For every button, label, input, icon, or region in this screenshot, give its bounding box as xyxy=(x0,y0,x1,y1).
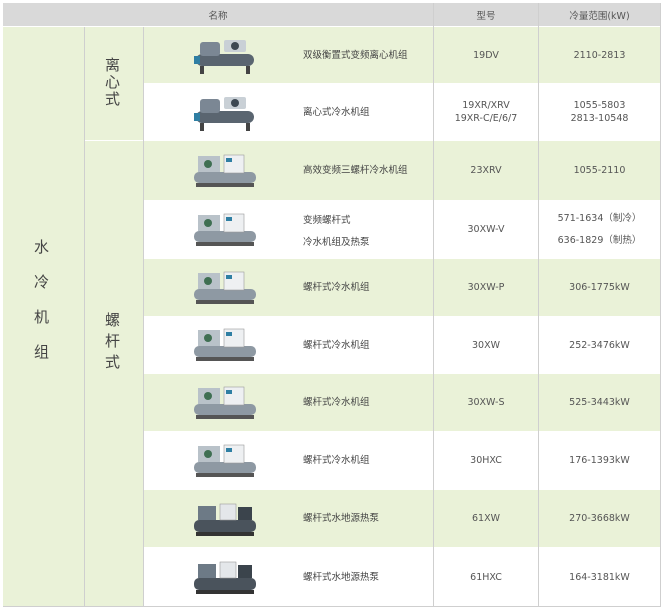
product-model-line: 30XW-S xyxy=(467,397,505,408)
product-capacity: 2110-2813 xyxy=(539,49,660,62)
product-capacity-line: 1055-5803 xyxy=(573,100,626,111)
product-model-line: 30HXC xyxy=(470,455,502,466)
product-name: 高效变频三螺杆冷水机组 xyxy=(303,164,408,177)
screw-chiller-image xyxy=(182,201,268,258)
product-capacity: 252-3476kW xyxy=(539,339,660,352)
header-model: 型号 xyxy=(434,3,538,26)
product-capacity: 525-3443kW xyxy=(539,396,660,409)
product-capacity: 571-1634（制冷） 636-1829（制热） xyxy=(539,208,660,252)
product-model-line: 19XR-C/E/6/7 xyxy=(454,113,518,124)
screw-chiller-image xyxy=(182,374,268,431)
product-model: 30XW-P xyxy=(434,281,538,294)
product-model: 19DV xyxy=(434,49,538,62)
product-table: 名称 型号 冷量范围(kW) 水冷机组 离心式 螺杆式 双级衡置式变频离心机组 1… xyxy=(0,0,663,610)
divider xyxy=(660,3,661,606)
product-model: 19XR/XRV 19XR-C/E/6/7 xyxy=(434,99,538,125)
group-label-char: 水 xyxy=(34,238,50,256)
centrifugal-chiller-image xyxy=(182,27,268,83)
product-capacity-line: 164-3181kW xyxy=(569,571,630,583)
product-name-line: 螺杆式冷水机组 xyxy=(303,339,370,351)
screw-chiller-image xyxy=(182,259,268,316)
group-label: 水冷机组 xyxy=(34,240,49,360)
subgroup-centrifugal-label-char: 离 xyxy=(105,56,121,74)
divider xyxy=(143,27,144,606)
subgroup-screw-label-char: 螺 xyxy=(105,311,121,329)
subgroup-centrifugal-label-char: 心 xyxy=(105,73,121,91)
product-model: 23XRV xyxy=(434,164,538,177)
product-name: 螺杆式冷水机组 xyxy=(303,454,370,467)
subgroup-screw-label-char: 式 xyxy=(105,353,121,371)
header-capacity: 冷量范围(kW) xyxy=(539,3,660,26)
product-model-line: 23XRV xyxy=(470,165,502,176)
product-name-line: 变频螺杆式 xyxy=(303,214,351,226)
header-name: 名称 xyxy=(3,3,433,26)
product-name: 螺杆式冷水机组 xyxy=(303,396,370,409)
subgroup-screw-label-char: 杆 xyxy=(105,332,121,350)
product-capacity-line: 270-3668kW xyxy=(569,513,630,524)
product-name-line: 螺杆式水地源热泵 xyxy=(303,571,380,583)
product-capacity-line: 252-3476kW xyxy=(569,339,630,351)
product-name-line: 双级衡置式变频离心机组 xyxy=(303,49,408,61)
product-capacity-line: 306-1775kW xyxy=(569,282,630,293)
screw-chiller-image xyxy=(182,317,268,373)
product-model: 30XW-S xyxy=(434,396,538,409)
screw-chiller-image xyxy=(182,141,268,200)
product-name: 离心式冷水机组 xyxy=(303,106,370,119)
product-name: 螺杆式水地源热泵 xyxy=(303,571,379,584)
water-source-heat-pump-image xyxy=(182,490,268,547)
divider xyxy=(84,27,85,606)
product-name: 螺杆式水地源热泵 xyxy=(303,512,379,525)
product-model-line: 61XW xyxy=(472,513,500,524)
product-name-line: 冷水机组及热泵 xyxy=(303,236,370,248)
product-name-line: 螺杆式水地源热泵 xyxy=(303,513,380,524)
product-model-line: 19XR/XRV xyxy=(462,100,510,111)
product-model-line: 30XW-V xyxy=(467,224,505,235)
product-capacity-line: 1055-2110 xyxy=(573,165,626,176)
product-model-line: 19DV xyxy=(473,49,499,61)
product-capacity: 164-3181kW xyxy=(539,571,660,584)
product-model-line: 30XW-P xyxy=(467,282,505,293)
product-name: 螺杆式冷水机组 xyxy=(303,281,370,294)
product-capacity: 306-1775kW xyxy=(539,281,660,294)
product-name: 螺杆式冷水机组 xyxy=(303,339,370,352)
group-label-char: 冷 xyxy=(34,273,50,291)
centrifugal-chiller-image xyxy=(182,84,268,140)
group-label-char: 机 xyxy=(34,308,50,326)
product-capacity: 176-1393kW xyxy=(539,454,660,467)
product-capacity: 270-3668kW xyxy=(539,512,660,525)
product-model: 61HXC xyxy=(434,571,538,584)
product-model: 30HXC xyxy=(434,454,538,467)
product-name: 变频螺杆式冷水机组及热泵 xyxy=(303,210,370,254)
product-name: 双级衡置式变频离心机组 xyxy=(303,49,408,62)
product-name-line: 离心式冷水机组 xyxy=(303,106,370,118)
product-capacity-line: 176-1393kW xyxy=(569,455,630,466)
divider xyxy=(433,3,434,606)
product-capacity-line: 2813-10548 xyxy=(570,113,629,124)
product-model: 30XW-V xyxy=(434,223,538,236)
product-name-line: 螺杆式冷水机组 xyxy=(303,282,370,293)
group-label-char: 组 xyxy=(34,343,50,361)
subgroup-centrifugal-label-char: 式 xyxy=(105,90,121,108)
product-model: 61XW xyxy=(434,512,538,525)
product-model-line: 61HXC xyxy=(470,571,502,583)
subgroup-centrifugal-label: 离心式 xyxy=(105,58,120,107)
product-name-line: 螺杆式冷水机组 xyxy=(303,397,370,408)
divider xyxy=(3,606,661,607)
product-capacity-line: 2110-2813 xyxy=(573,49,626,61)
product-capacity-line: 525-3443kW xyxy=(569,397,630,408)
product-name-line: 高效变频三螺杆冷水机组 xyxy=(303,165,408,176)
subgroup-screw-cell xyxy=(85,141,143,606)
product-model-line: 30XW xyxy=(472,339,500,351)
subgroup-screw-label: 螺杆式 xyxy=(105,313,120,370)
product-capacity: 1055-5803 2813-10548 xyxy=(539,99,660,125)
product-capacity-line: 571-1634（制冷） xyxy=(557,212,642,224)
product-model: 30XW xyxy=(434,339,538,352)
product-capacity-line: 636-1829（制热） xyxy=(557,234,642,246)
product-name-line: 螺杆式冷水机组 xyxy=(303,455,370,466)
screw-chiller-image xyxy=(182,432,268,489)
water-source-heat-pump-image xyxy=(182,548,268,606)
product-capacity: 1055-2110 xyxy=(539,164,660,177)
divider xyxy=(538,3,539,606)
